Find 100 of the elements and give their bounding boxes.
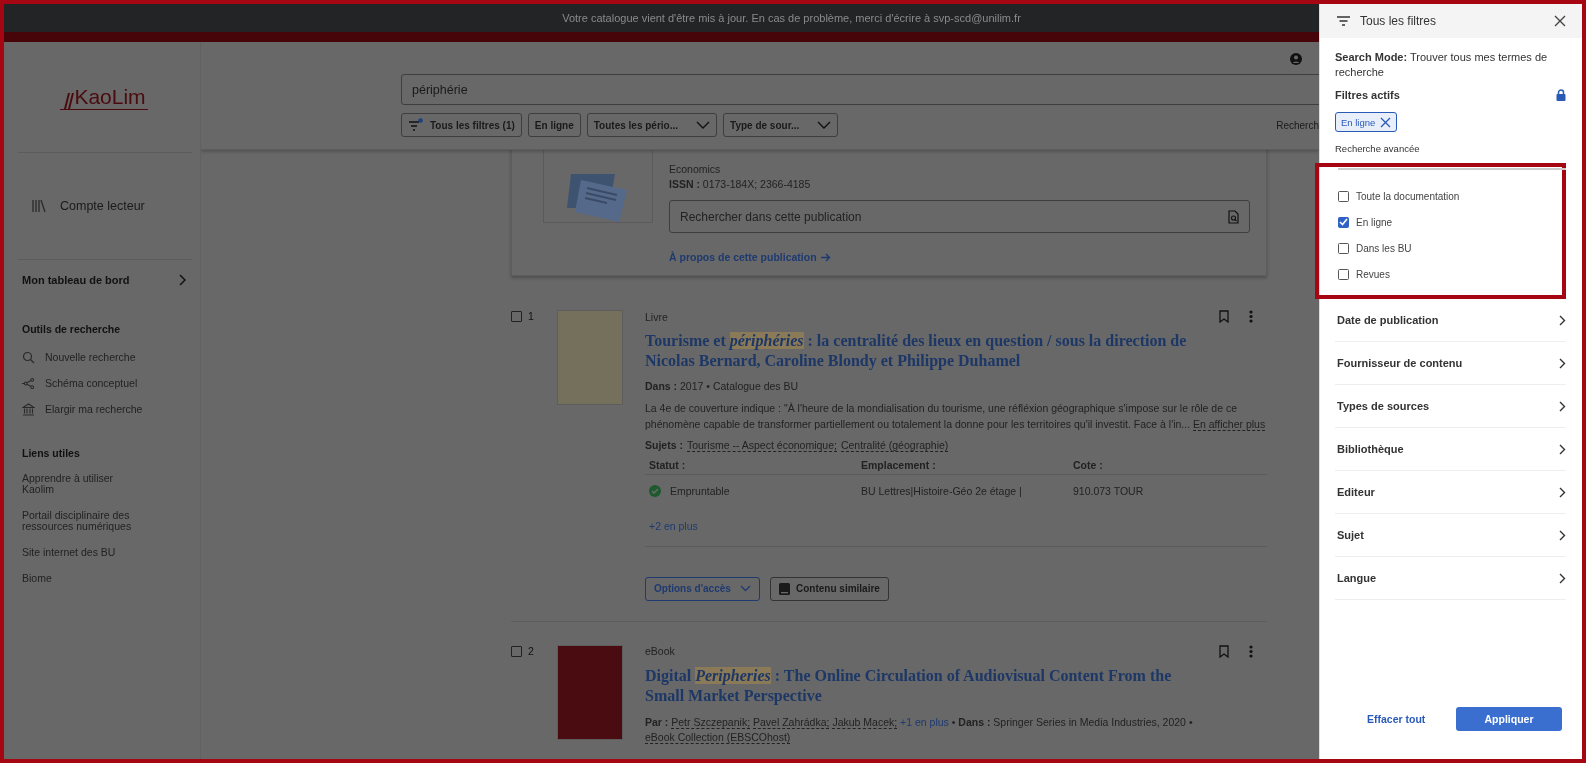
bookmark-icon[interactable] <box>1219 644 1229 658</box>
tool-link[interactable]: Nouvelle recherche <box>22 344 186 370</box>
dashboard-link[interactable]: Mon tableau de bord <box>22 274 186 286</box>
filter-button[interactable]: Toutes les pério... <box>586 113 718 137</box>
filter-button[interactable]: Tous les filtres (1) <box>401 113 522 137</box>
tool-link[interactable]: Schéma conceptuel <box>22 370 186 396</box>
chevron-right-icon <box>1559 572 1566 584</box>
checkbox-label: En ligne <box>1356 216 1393 228</box>
chevron-right-icon <box>1559 443 1566 455</box>
more-authors-link[interactable]: +1 en plus <box>900 715 949 728</box>
about-link[interactable]: À propos de cette publication <box>669 251 1250 263</box>
logo[interactable]: KaoLim <box>60 84 148 110</box>
search-option-text[interactable]: Recherch <box>1276 119 1319 131</box>
filter-section[interactable]: Types de sources <box>1335 385 1566 429</box>
more-holdings-link[interactable]: +2 en plus <box>645 519 1267 532</box>
author-link[interactable]: Petr Szczepanik; <box>671 715 751 729</box>
checkbox[interactable] <box>1338 242 1349 254</box>
more-icon[interactable] <box>1249 644 1253 658</box>
filter-section[interactable]: Date de publication <box>1335 299 1566 343</box>
subject-link[interactable]: Tourisme -- Aspect économique; <box>686 438 837 452</box>
author-link[interactable]: Pavel Zahrádka; <box>753 715 830 729</box>
checkbox-label: Revues <box>1356 268 1390 280</box>
checkbox-label: Toute la documentation <box>1356 190 1460 202</box>
result-number: 1 <box>528 310 534 322</box>
filter-section[interactable]: Bibliothèque <box>1335 428 1566 472</box>
column-header: Cote : <box>1073 458 1104 471</box>
checkbox[interactable] <box>511 645 522 657</box>
result-meta: Dans : 2017 • Catalogue des BU <box>645 380 800 392</box>
caret-icon <box>817 121 832 129</box>
column-header: Emplacement : <box>861 458 937 471</box>
issn-text: ISSN : 0173-184X; 2366-4185 <box>669 178 812 190</box>
result-title[interactable]: Digital Peripheries : The Online Circulation of Audiovisual Content From the Small Market Perspective <box>645 665 1267 706</box>
checkbox[interactable] <box>511 311 522 322</box>
publication-search-field[interactable]: Rechercher dans cette publication <box>669 200 1250 233</box>
checkbox[interactable] <box>1338 268 1349 280</box>
close-icon <box>1380 116 1392 128</box>
result-meta: Par : Petr Szczepanik; Pavel Zahrádka; Jakub Macek; +1 en plus • Dans : Springer Series in Media Industries, 2020 • eBook Collection (EBSCOhost) <box>645 714 1194 746</box>
search-icon <box>22 350 35 364</box>
chevron-right-icon <box>1559 529 1566 541</box>
result-description: La 4e de couverture indique : "À l'heure de la mondialisation du tourisme, une réfléxion géographique s'impose sur le rôle de ce phénomène capable de transformer partiellement ou totalement la donne pour les territoires qu'il investit. Face à l'in... En afficher plus <box>645 401 1267 433</box>
clear-all-link[interactable]: Effacer tout <box>1367 713 1426 725</box>
advanced-search-label: Recherche avancée <box>1335 143 1421 155</box>
section-heading: Liens utiles <box>22 447 81 459</box>
filter-icon <box>408 118 424 132</box>
chevron-right-icon <box>178 274 186 286</box>
document-type: eBook <box>645 645 676 657</box>
caret-icon <box>740 585 751 592</box>
author-link[interactable]: Jakub Macek; <box>832 715 898 729</box>
chevron-right-icon <box>1559 400 1566 412</box>
checkbox[interactable] <box>1338 216 1349 228</box>
bookmark-icon[interactable] <box>1219 310 1229 323</box>
access-options-button[interactable]: Options d'accès <box>645 576 760 601</box>
show-more-link[interactable]: En afficher plus <box>1193 417 1266 431</box>
search-mode-text: Search Mode: Trouver tous mes termes de recherche <box>1335 50 1549 81</box>
useful-link[interactable]: Site internet des BU <box>22 547 134 559</box>
document-type: Livre <box>645 310 669 323</box>
close-icon[interactable] <box>1554 15 1566 27</box>
document-drawing <box>567 174 629 222</box>
useful-link[interactable]: Apprendre à utiliser Kaolim <box>22 473 134 496</box>
user-icon[interactable] <box>1290 53 1302 65</box>
network-icon <box>22 376 35 390</box>
books-icon <box>32 199 48 213</box>
check-circle-icon <box>649 484 661 497</box>
document-search-icon <box>1228 209 1239 224</box>
check-icon <box>1339 218 1348 227</box>
column-header: Statut : <box>649 458 687 471</box>
filter-section[interactable]: Sujet <box>1335 514 1566 558</box>
filter-icon <box>1337 16 1350 26</box>
search-field[interactable]: périphérie <box>401 74 1319 105</box>
useful-link[interactable]: Biome <box>22 573 134 585</box>
filter-section[interactable]: Editeur <box>1335 471 1566 515</box>
checkbox[interactable] <box>1338 190 1349 202</box>
book-icon <box>779 582 790 595</box>
filter-section[interactable]: Langue <box>1335 557 1566 601</box>
more-icon[interactable] <box>1249 310 1253 323</box>
tool-link[interactable]: Elargir ma recherche <box>22 396 186 422</box>
filter-button[interactable]: Type de sour... <box>723 113 839 137</box>
similar-content-button[interactable]: Contenu similaire <box>770 576 889 601</box>
books-icon <box>62 90 75 109</box>
section-heading: Outils de recherche <box>22 323 122 335</box>
building-icon <box>22 402 35 416</box>
chevron-right-icon <box>1559 486 1566 498</box>
result-title[interactable]: Tourisme et périphéries : la centralité des lieux en question / sous la direction de Nicolas Bernard, Caroline Blondy et Philippe Duhamel <box>645 331 1267 371</box>
result-number: 2 <box>528 644 534 657</box>
filter-section[interactable]: Fournisseur de contenu <box>1335 342 1566 386</box>
lock-icon <box>1556 88 1566 101</box>
account-link[interactable]: Compte lecteur <box>60 199 145 213</box>
active-filters-heading: Filtres actifs <box>1335 88 1400 101</box>
apply-button[interactable]: Appliquer <box>1456 707 1562 731</box>
status-text: Empruntable <box>670 484 730 497</box>
filter-chip[interactable]: En ligne <box>1335 112 1398 133</box>
table-cell-text: 910.073 TOUR <box>1073 484 1145 497</box>
collection-link[interactable]: eBook Collection (EBSCOhost) <box>645 731 791 745</box>
subjects-label: Sujets : <box>645 438 683 452</box>
chevron-right-icon <box>1559 314 1566 326</box>
useful-link[interactable]: Portail disciplinaire des ressources numériques <box>22 510 134 533</box>
filter-button[interactable]: En ligne <box>527 113 581 137</box>
subject-link[interactable]: Centralité (géographie) <box>840 438 949 452</box>
caret-icon <box>696 121 711 129</box>
table-cell-text: BU Lettres|Histoire-Géo 2e étage | <box>861 484 1023 497</box>
